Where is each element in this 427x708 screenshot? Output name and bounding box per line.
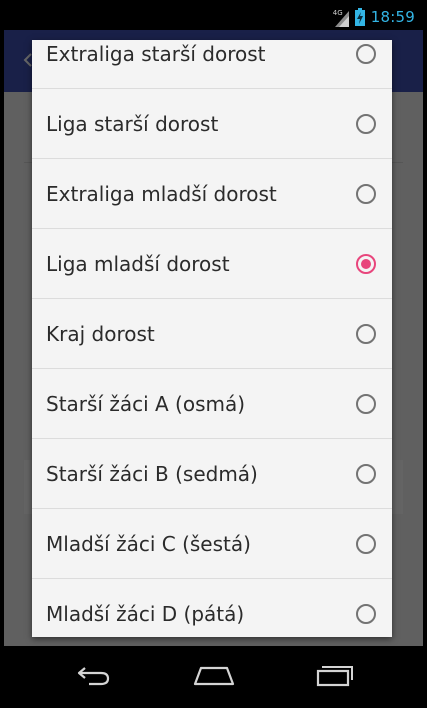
league-option-list: Extraliga starší dorost Liga starší doros… [32, 40, 392, 637]
league-option-label: Starší žáci B (sedmá) [46, 462, 258, 486]
league-option[interactable]: Liga starší dorost [32, 89, 392, 159]
radio-button[interactable] [356, 604, 376, 624]
navigation-bar [4, 646, 423, 704]
radio-button[interactable] [356, 394, 376, 414]
league-option[interactable]: Liga mladší dorost [32, 229, 392, 299]
league-option-label: Starší žáci A (osmá) [46, 392, 246, 416]
back-icon [75, 664, 113, 686]
nav-home-button[interactable] [184, 656, 244, 694]
status-bar: 4G 18:59 [4, 4, 423, 30]
league-option[interactable]: Extraliga mladší dorost [32, 159, 392, 229]
radio-button[interactable] [356, 534, 376, 554]
league-option-label: Extraliga mladší dorost [46, 182, 277, 206]
home-icon [193, 664, 235, 686]
radio-button[interactable] [356, 114, 376, 134]
clock: 18:59 [370, 8, 415, 26]
league-option-label: Mladší žáci D (pátá) [46, 602, 245, 626]
nav-recent-apps-button[interactable] [304, 656, 364, 694]
radio-button[interactable] [356, 324, 376, 344]
league-option[interactable]: Extraliga starší dorost [32, 40, 392, 89]
league-option[interactable]: Kraj dorost [32, 299, 392, 369]
nav-back-button[interactable] [64, 656, 124, 694]
radio-button-selected[interactable] [356, 254, 376, 274]
recent-apps-icon [314, 663, 354, 687]
device-screen: 4G 18:59 Extraliga starší dorost Liga st… [0, 0, 427, 708]
radio-button[interactable] [356, 44, 376, 64]
league-option-label: Mladší žáci C (šestá) [46, 532, 251, 556]
radio-button[interactable] [356, 464, 376, 484]
radio-button[interactable] [356, 184, 376, 204]
status-icons: 4G 18:59 [333, 4, 415, 30]
battery-charging-icon [354, 8, 365, 26]
league-option[interactable]: Mladší žáci C (šestá) [32, 509, 392, 579]
signal-indicator: 4G [333, 7, 349, 27]
league-picker-dialog: Extraliga starší dorost Liga starší doros… [32, 40, 392, 637]
signal-icon [334, 11, 349, 27]
league-option-label: Kraj dorost [46, 322, 155, 346]
league-option[interactable]: Starší žáci B (sedmá) [32, 439, 392, 509]
league-option-label: Liga starší dorost [46, 112, 219, 136]
league-option[interactable]: Mladší žáci D (pátá) [32, 579, 392, 637]
league-option-label: Liga mladší dorost [46, 252, 230, 276]
league-option[interactable]: Starší žáci A (osmá) [32, 369, 392, 439]
league-option-label: Extraliga starší dorost [46, 42, 266, 66]
